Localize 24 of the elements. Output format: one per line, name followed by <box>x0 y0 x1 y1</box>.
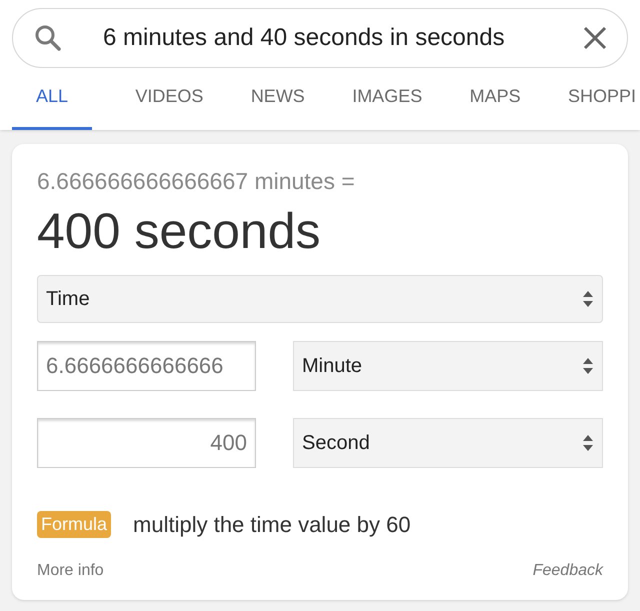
formula-badge: Formula <box>37 510 112 538</box>
tab[interactable]: NEWS <box>246 82 309 130</box>
feedback-link[interactable]: Feedback <box>532 558 603 582</box>
tab[interactable]: MAPS <box>466 82 525 130</box>
search-query[interactable]: 6 minutes and 40 seconds in seconds <box>103 20 583 56</box>
value-input[interactable]: 6.6666666666666 <box>37 340 256 390</box>
unit-select[interactable]: Minute <box>293 340 603 390</box>
tab[interactable]: SHOPPI <box>564 82 640 130</box>
unit-select[interactable]: Second <box>293 418 603 468</box>
result-text: 400 seconds <box>37 202 322 260</box>
formula-text: multiply the time value by 60 <box>133 510 411 539</box>
value-input[interactable]: 400 <box>37 418 256 468</box>
tab[interactable]: IMAGES <box>348 82 426 130</box>
search-icon <box>33 23 63 53</box>
equation-text: 6.666666666666667 minutes = <box>37 167 356 196</box>
updown-icon <box>582 356 594 374</box>
more-info-link[interactable]: More info <box>37 558 104 582</box>
quantity-select[interactable]: Time <box>37 274 603 322</box>
updown-icon <box>582 434 594 452</box>
tab[interactable]: VIDEOS <box>131 82 208 130</box>
updown-icon <box>582 290 594 308</box>
search-field[interactable]: 6 minutes and 40 seconds in seconds <box>12 8 628 68</box>
tab[interactable]: ALL <box>12 82 92 130</box>
close-icon[interactable] <box>583 26 607 50</box>
